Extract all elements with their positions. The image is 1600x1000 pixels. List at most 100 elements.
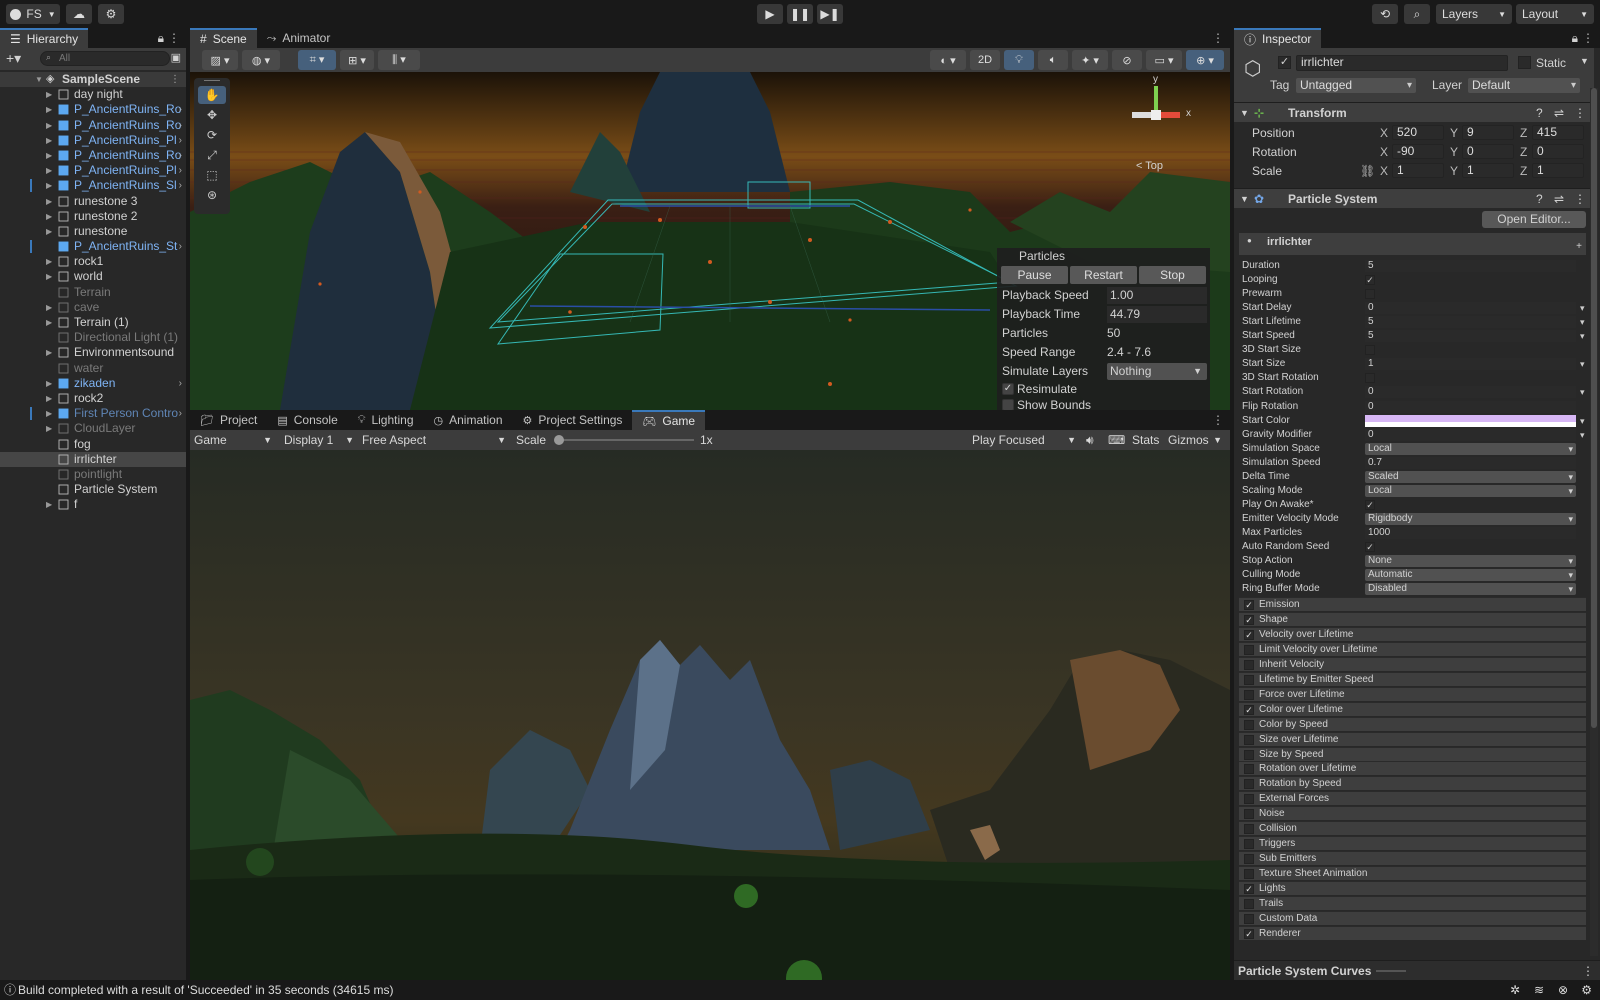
curves-menu-icon[interactable]: ⋮ [1582,961,1594,981]
grid-toggle[interactable]: ⊞ ▾ [340,50,374,70]
property-dropdown[interactable]: Local [1365,442,1576,455]
effects-dropdown[interactable]: ✦ ▾ [1072,50,1108,70]
expand-arrow-icon[interactable]: ▶ [46,269,52,284]
expand-arrow-icon[interactable]: ▶ [46,391,52,406]
module-checkbox[interactable] [1244,809,1254,820]
hierarchy-item[interactable]: ▶ Environmentsound [0,345,186,360]
particle-module-rotation-over-lifetime[interactable]: Rotation over Lifetime [1239,761,1586,776]
property-field[interactable]: 5 [1365,316,1576,329]
module-checkbox[interactable]: ✓ [1244,600,1254,610]
particle-module-renderer[interactable]: ✓ Renderer [1239,925,1586,940]
particle-module-noise[interactable]: Noise [1239,806,1586,821]
tab-game[interactable]: 🎮︎ Game [632,410,706,430]
expand-arrow-icon[interactable]: ▶ [46,209,52,224]
module-checkbox[interactable] [1244,749,1254,760]
particles-check-row[interactable]: ✓ Resimulate [997,381,1210,397]
hierarchy-item[interactable]: ▶ f [0,497,186,512]
module-checkbox[interactable] [1244,779,1254,790]
particle-module-emission[interactable]: ✓ Emission [1239,597,1586,611]
rotate-tool-icon[interactable]: ⟳ [198,126,226,144]
hierarchy-item[interactable]: ▶ cave [0,300,186,315]
static-checkbox[interactable] [1518,56,1531,69]
component-menu-icon[interactable]: ⋮ [1574,189,1586,209]
keyboard-icon[interactable]: ⌨ [1108,430,1125,450]
foldout-arrow-icon[interactable]: ▼ [1240,189,1249,209]
expand-arrow-icon[interactable]: ▶ [46,254,52,269]
module-checkbox[interactable] [1244,854,1254,865]
open-prefab-icon[interactable]: › [179,239,182,254]
module-checkbox[interactable]: ✓ [1244,884,1254,895]
help-icon[interactable]: ? [1536,189,1543,209]
search-icon[interactable]: ⌕ [1404,4,1430,24]
add-icon[interactable]: +▾ [6,50,21,67]
module-checkbox[interactable] [1244,674,1254,685]
hierarchy-item[interactable]: ▶ rock1 [0,254,186,269]
move-tool-icon[interactable]: ✥ [198,106,226,124]
tab-hierarchy[interactable]: ☰ Hierarchy [0,28,89,48]
game-kebab-icon[interactable]: ⋮ [1212,413,1224,427]
expand-arrow-icon[interactable]: ▶ [46,133,52,148]
gizmo-center[interactable] [1151,110,1161,120]
property-checkbox[interactable]: ✓ [1365,542,1375,552]
scale-tool-icon[interactable]: ⤢ [198,146,226,164]
gameobject-name-input[interactable]: irrlichter [1296,55,1508,71]
property-checkbox[interactable]: ✓ [1365,275,1375,286]
curve-mode-dropdown-icon[interactable]: ▾ [1580,385,1585,399]
property-checkbox[interactable] [1365,345,1375,356]
module-checkbox[interactable] [1244,839,1254,850]
y-axis-label[interactable]: Y [1450,164,1458,178]
particle-module-lights[interactable]: ✓ Lights [1239,881,1586,896]
curve-mode-dropdown-icon[interactable]: ▾ [1580,301,1585,315]
tag-dropdown[interactable]: Untagged [1296,78,1416,93]
property-field[interactable]: 0 [1365,400,1576,413]
scene-root[interactable]: ▼ ◈ SampleScene ⋮ [0,72,186,88]
property-dropdown[interactable]: None [1365,555,1576,568]
particle-module-limit-velocity-over-lifetime[interactable]: Limit Velocity over Lifetime [1239,641,1586,656]
hierarchy-item[interactable]: irrlichter [0,451,186,467]
position-y-field[interactable]: 9 [1462,125,1514,140]
stats-button[interactable]: Stats [1132,430,1159,450]
module-checkbox[interactable] [1244,913,1254,924]
property-field[interactable]: 1 [1365,358,1576,371]
tab-console[interactable]: ▤ Console [267,410,347,430]
layers-dropdown[interactable]: Layers ▼ [1436,4,1512,24]
module-checkbox[interactable] [1244,689,1254,700]
audio-toggle-icon[interactable]: 🔈︎ [1038,50,1068,70]
expand-arrow-icon[interactable]: ▶ [46,87,52,102]
hierarchy-item[interactable]: ▶ First Person Contro › [0,406,186,421]
particle-curves-header[interactable]: Particle System Curves ⋮ [1234,960,1600,980]
z-axis-label[interactable]: Z [1520,126,1527,140]
visibility-icon[interactable]: ⊘ [1112,50,1142,70]
module-checkbox[interactable] [1244,764,1254,775]
open-prefab-icon[interactable]: › [179,178,182,193]
particle-module-sub-emitters[interactable]: Sub Emitters [1239,851,1586,866]
toggle-2d-button[interactable]: 2D [970,50,1000,70]
checkbox[interactable]: ✓ [1002,383,1014,395]
inspector-scrollbar[interactable] [1590,88,1598,956]
module-checkbox[interactable] [1244,719,1254,730]
open-prefab-icon[interactable]: › [179,376,182,391]
particle-module-texture-sheet-animation[interactable]: Texture Sheet Animation [1239,866,1586,881]
property-field[interactable]: 1000 [1365,526,1576,539]
module-checkbox[interactable]: ✓ [1244,928,1254,939]
position-x-field[interactable]: 520 [1392,125,1444,140]
scene-viewport[interactable]: ✋ ✥ ⟳ ⤢ ⬚ ⊛ y x < Top Particles Pause Re… [190,72,1230,410]
property-checkbox[interactable] [1365,373,1375,384]
particle-module-size-over-lifetime[interactable]: Size over Lifetime [1239,731,1586,746]
status-message[interactable]: Build completed with a result of 'Succee… [18,983,393,997]
hierarchy-item[interactable]: pointlight [0,467,186,482]
y-axis-label[interactable]: Y [1450,145,1458,159]
open-editor-button[interactable]: Open Editor... [1482,211,1586,228]
curve-mode-dropdown-icon[interactable]: ▾ [1580,315,1585,329]
x-axis-label[interactable]: X [1380,164,1388,178]
z-axis-label[interactable]: Z [1520,164,1527,178]
scale-slider-thumb[interactable] [554,435,564,445]
hierarchy-item[interactable]: ▶ P_AncientRuins_Pl › [0,163,186,178]
open-prefab-icon[interactable]: › [179,118,182,133]
scale-slider[interactable] [554,435,694,445]
preset-icon[interactable]: ⇌ [1554,103,1564,123]
draw-mode-dropdown[interactable]: ▨ ▾ [202,50,238,70]
shading-dropdown[interactable]: ◐ ▾ [930,50,966,70]
expand-arrow-icon[interactable]: ▶ [46,376,52,391]
module-checkbox[interactable] [1244,734,1254,745]
